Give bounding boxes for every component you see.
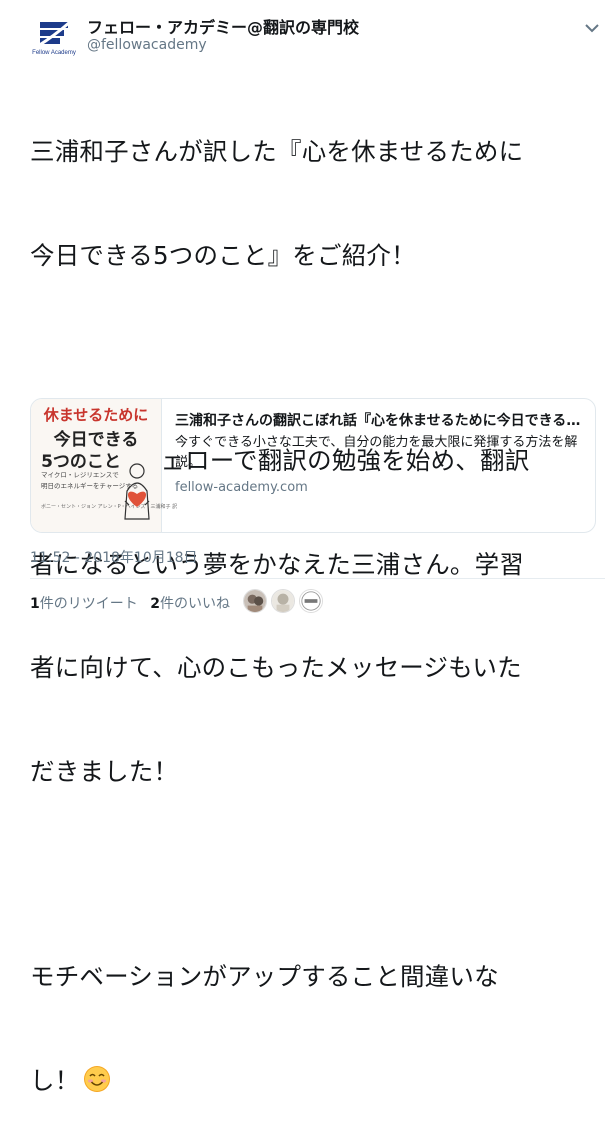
avatar[interactable] [243, 589, 267, 613]
tweet-line-last: し！ [30, 1064, 605, 1099]
fellow-academy-logo-icon [37, 20, 71, 48]
likes-stat[interactable]: 2件のいいね [150, 593, 230, 613]
smiling-face-emoji-icon [84, 1065, 111, 1092]
card-description: 今すぐできる小さな工夫で、自分の能力を最大限に発揮する方法を解説。 [175, 435, 578, 470]
tweet-line: だきました！ [30, 756, 179, 786]
divider [30, 578, 605, 579]
chevron-down-icon[interactable] [584, 22, 600, 34]
tweet-line: 今日できる5つのこと』をご紹介！ [30, 240, 416, 270]
card-domain: fellow-academy.com [175, 480, 308, 495]
likes-label: 件のいいね [159, 596, 230, 612]
retweets-stat[interactable]: 1件のリツイート [30, 593, 138, 613]
liker-avatars [243, 589, 327, 613]
tweet-stats: 1件のリツイート 2件のいいね [30, 593, 238, 613]
heart-figure-illustration-icon [124, 463, 150, 520]
account-handle[interactable]: @fellowacademy [87, 37, 207, 53]
link-card[interactable]: 休ませるために 今日できる 5つのこと マイクロ・レジリエンスで 明日のエネルギ… [30, 398, 596, 533]
likes-count: 2 [150, 596, 160, 612]
tweet-line: 三浦和子さんが訳した『心を休ませるために [30, 137, 524, 166]
retweets-count: 1 [30, 596, 40, 612]
book-title-line: 休ませるために [43, 406, 149, 424]
card-body: 三浦和子さんの翻訳こぼれ話『心を休ませるために今日できる5つのこと』 今すぐでき… [175, 411, 585, 495]
tweet-line: 者に向けて、心のこもったメッセージもいた [30, 653, 522, 682]
retweets-label: 件のリツイート [39, 596, 138, 612]
avatar[interactable] [299, 589, 323, 613]
card-title: 三浦和子さんの翻訳こぼれ話『心を休ませるために今日できる5つのこと』 [175, 413, 583, 429]
tweet-timestamp[interactable]: 11:52 - 2018年10月18日 [30, 547, 198, 567]
book-subtitle: マイクロ・レジリエンスで [41, 471, 119, 479]
avatar[interactable] [271, 589, 295, 613]
account-name[interactable]: フェロー・アカデミー@翻訳の専門校 [87, 14, 359, 38]
account-avatar[interactable]: Fellow Academy [29, 18, 79, 64]
logo-text: Fellow Academy [32, 50, 76, 56]
book-cover-image: 休ませるために 今日できる 5つのこと マイクロ・レジリエンスで 明日のエネルギ… [31, 399, 177, 532]
tweet-line: モチベーションがアップすること間違いな [30, 962, 499, 991]
tweet-line-text: し！ [30, 1065, 80, 1095]
